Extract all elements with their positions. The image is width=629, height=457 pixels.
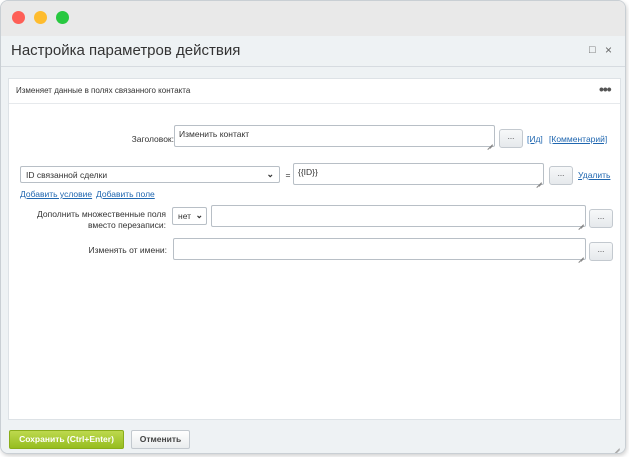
merge-label-line1: Дополнить множественные поля	[37, 209, 166, 219]
zoom-dot-icon[interactable]	[56, 11, 69, 24]
condition-value-text: {{ID}}	[298, 167, 318, 177]
title-input[interactable]: Изменить контакт	[174, 125, 495, 147]
dialog-footer: Сохранить (Ctrl+Enter) Отменить	[1, 421, 625, 453]
cancel-button[interactable]: Отменить	[131, 430, 190, 449]
condition-operator: =	[285, 170, 291, 180]
title-dots-button[interactable]: ...	[499, 129, 523, 148]
add-condition-link[interactable]: Добавить условие	[20, 189, 92, 199]
run-as-label: Изменять от имени:	[88, 245, 167, 255]
maximize-icon[interactable]: □	[589, 45, 596, 56]
resize-grip-icon[interactable]	[578, 252, 584, 258]
add-field-link[interactable]: Добавить поле	[96, 189, 155, 199]
id-link[interactable]: [Ид]	[527, 134, 543, 144]
close-icon[interactable]: ×	[605, 44, 612, 56]
save-button[interactable]: Сохранить (Ctrl+Enter)	[9, 430, 124, 449]
resize-grip-icon[interactable]	[487, 139, 493, 145]
minimize-dot-icon[interactable]	[34, 11, 47, 24]
dialog-title: Настройка параметров действия	[11, 42, 241, 59]
title-label: Заголовок:	[131, 134, 174, 144]
merge-label-line2: вместо перезаписи:	[87, 220, 166, 230]
condition-dots-button[interactable]: ...	[549, 166, 573, 185]
close-dot-icon[interactable]	[12, 11, 25, 24]
run-as-input[interactable]	[173, 238, 586, 260]
merge-input[interactable]	[211, 205, 586, 227]
run-as-dots-button[interactable]: ...	[589, 242, 613, 261]
merge-select[interactable]: нет ⌄	[172, 207, 207, 225]
title-input-value: Изменить контакт	[179, 129, 250, 139]
settings-panel: Изменяет данные в полях связанного конта…	[8, 78, 621, 420]
merge-select-value: нет	[178, 211, 192, 221]
dialog-window: Настройка параметров действия □ × Изменя…	[0, 0, 626, 454]
more-icon[interactable]: •••	[599, 81, 612, 97]
resize-grip-icon[interactable]	[578, 219, 584, 225]
remove-condition-link[interactable]: Удалить	[578, 170, 610, 180]
condition-field-select[interactable]: ID связанной сделки ⌄	[20, 166, 280, 183]
action-description: Изменяет данные в полях связанного конта…	[16, 86, 191, 95]
comment-link[interactable]: [Комментарий]	[549, 134, 607, 144]
panel-header: Изменяет данные в полях связанного конта…	[9, 79, 620, 104]
condition-value-input[interactable]: {{ID}}	[293, 163, 544, 185]
resize-grip-icon[interactable]	[536, 177, 542, 183]
dialog-header: Настройка параметров действия □ ×	[1, 36, 625, 67]
window-resize-icon[interactable]	[611, 440, 620, 449]
chevron-down-icon: ⌄	[266, 169, 274, 179]
title-bar	[1, 1, 625, 36]
merge-dots-button[interactable]: ...	[589, 209, 613, 228]
chevron-down-icon: ⌄	[195, 210, 203, 220]
condition-field-value: ID связанной сделки	[26, 170, 108, 180]
